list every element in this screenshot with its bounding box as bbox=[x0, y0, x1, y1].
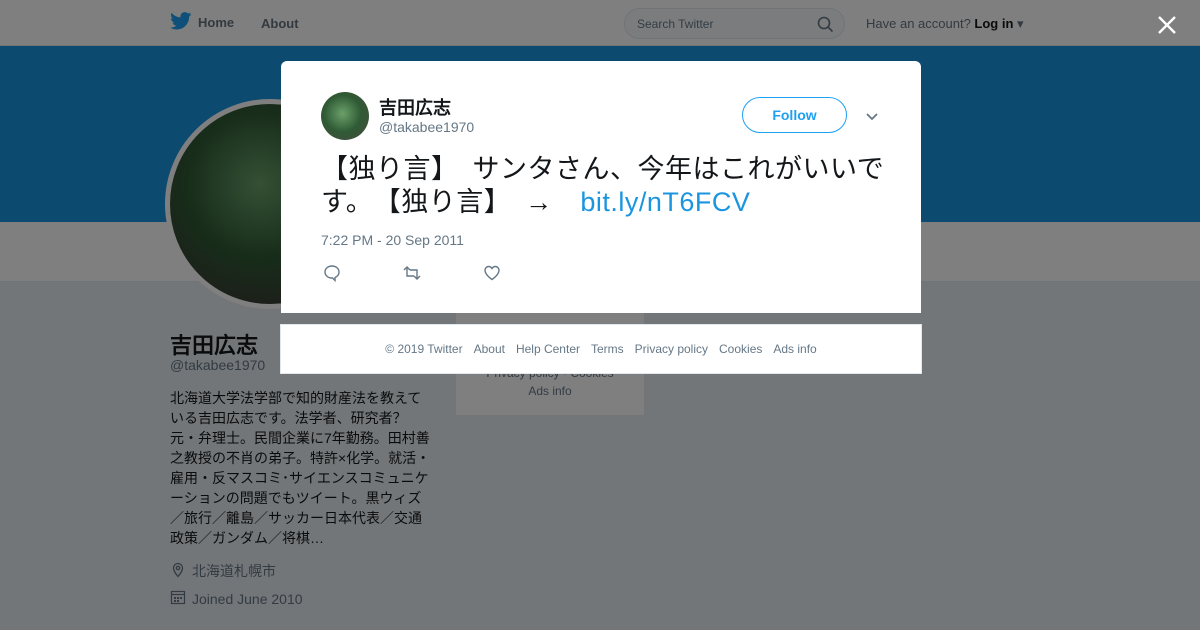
tweet-avatar[interactable] bbox=[321, 92, 369, 140]
tweet-timestamp[interactable]: 7:22 PM - 20 Sep 2011 bbox=[321, 232, 464, 248]
footer-link-about[interactable]: About bbox=[474, 342, 505, 356]
modal-footer: © 2019 Twitter About Help Center Terms P… bbox=[280, 324, 922, 374]
footer-link-help[interactable]: Help Center bbox=[516, 342, 580, 356]
tweet-text: 【独り言】 サンタさん、今年はこれがいいです。 【独り言】 → bit.ly/n… bbox=[321, 153, 891, 219]
footer-link-terms[interactable]: Terms bbox=[591, 342, 624, 356]
tweet-link[interactable]: bit.ly/nT6FCV bbox=[580, 187, 750, 217]
footer-link-ads[interactable]: Ads info bbox=[773, 342, 816, 356]
retweet-icon[interactable] bbox=[402, 264, 422, 287]
tweet-author-name[interactable]: 吉田広志 bbox=[379, 94, 451, 120]
close-icon bbox=[1158, 16, 1176, 34]
tweet-card: 吉田広志 @takabee1970 Follow 【独り言】 サンタさん、今年は… bbox=[281, 61, 921, 313]
footer-link-privacy[interactable]: Privacy policy bbox=[635, 342, 708, 356]
tweet-author-handle[interactable]: @takabee1970 bbox=[379, 119, 474, 135]
follow-button[interactable]: Follow bbox=[742, 97, 847, 133]
close-button[interactable] bbox=[1155, 13, 1179, 37]
chevron-down-icon[interactable] bbox=[865, 109, 879, 127]
reply-icon[interactable] bbox=[323, 264, 341, 287]
like-heart-icon[interactable] bbox=[483, 264, 501, 287]
footer-copyright: © 2019 Twitter bbox=[385, 342, 463, 356]
footer-link-cookies[interactable]: Cookies bbox=[719, 342, 762, 356]
